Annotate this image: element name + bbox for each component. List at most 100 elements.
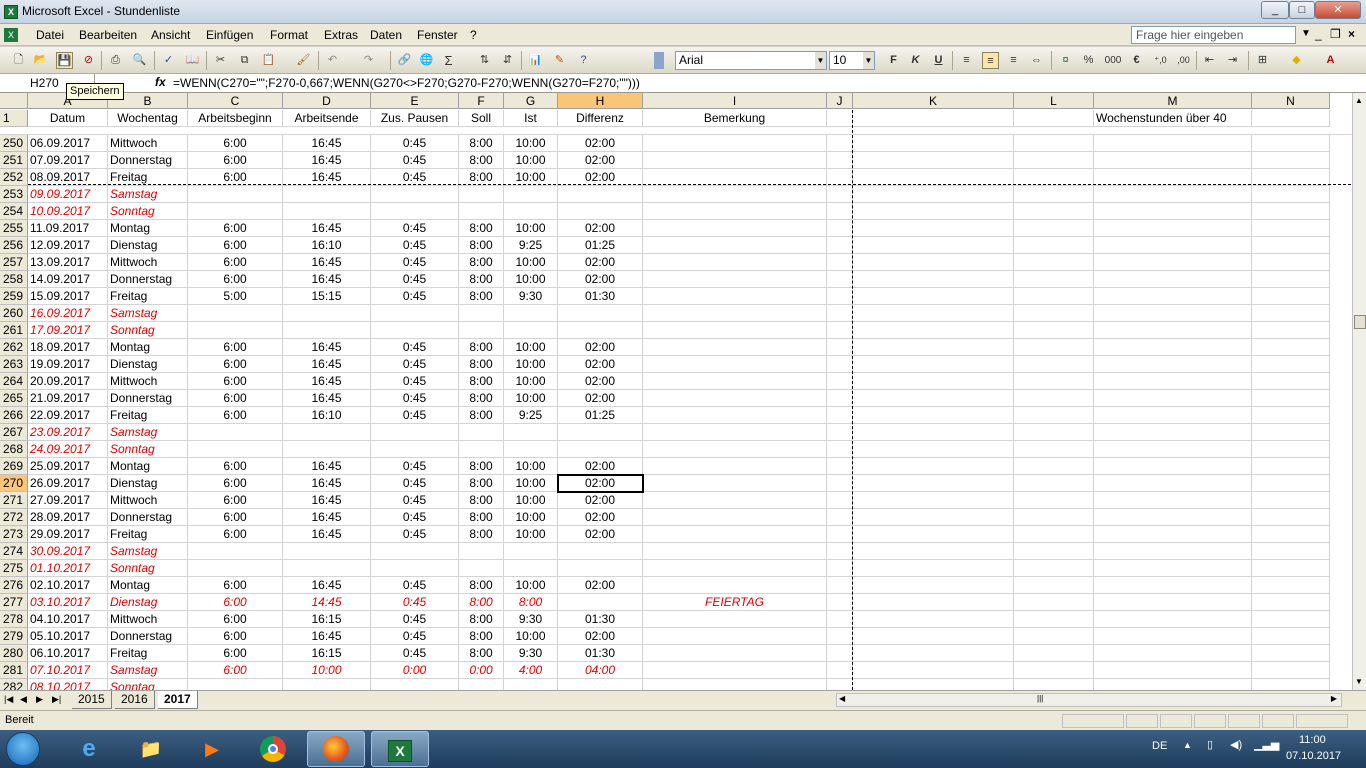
table-cell[interactable]: 16:45 xyxy=(283,271,371,288)
table-cell[interactable]: 21.09.2017 xyxy=(28,390,108,407)
table-cell[interactable] xyxy=(558,594,643,611)
table-cell[interactable]: Dienstag xyxy=(108,475,188,492)
table-cell[interactable] xyxy=(853,203,1014,220)
table-cell[interactable] xyxy=(853,577,1014,594)
table-cell[interactable] xyxy=(459,203,504,220)
table-cell[interactable] xyxy=(504,679,558,690)
table-cell[interactable]: 6:00 xyxy=(188,577,283,594)
table-cell[interactable] xyxy=(1094,271,1252,288)
table-cell[interactable] xyxy=(558,543,643,560)
table-cell[interactable]: 18.09.2017 xyxy=(28,339,108,356)
table-cell[interactable] xyxy=(643,186,827,203)
column-header-n[interactable]: N xyxy=(1252,93,1330,109)
table-cell[interactable] xyxy=(283,424,371,441)
table-cell[interactable] xyxy=(1094,305,1252,322)
table-cell[interactable]: 16:10 xyxy=(283,237,371,254)
table-cell[interactable] xyxy=(853,492,1014,509)
save-icon[interactable]: 💾 xyxy=(56,52,73,69)
table-cell[interactable]: 0:45 xyxy=(371,152,459,169)
table-cell[interactable]: 0:45 xyxy=(371,492,459,509)
drawing-icon[interactable]: ✎ xyxy=(551,52,568,69)
formula-input[interactable]: =WENN(C270="";F270-0,667;WENN(G270<>F270… xyxy=(173,76,640,90)
table-cell[interactable]: 8:00 xyxy=(459,135,504,152)
align-center-icon[interactable]: ≡ xyxy=(982,52,999,69)
table-cell[interactable]: 6:00 xyxy=(188,220,283,237)
table-cell[interactable] xyxy=(1094,322,1252,339)
table-cell[interactable]: 6:00 xyxy=(188,475,283,492)
table-cell[interactable]: 0:45 xyxy=(371,271,459,288)
table-cell[interactable] xyxy=(1094,594,1252,611)
table-cell[interactable] xyxy=(1252,254,1330,271)
battery-icon[interactable]: ▯ xyxy=(1207,738,1213,751)
table-cell[interactable]: 0:45 xyxy=(371,577,459,594)
table-cell[interactable]: Sonntag xyxy=(108,679,188,690)
table-cell[interactable] xyxy=(1094,220,1252,237)
table-cell[interactable]: 8:00 xyxy=(459,458,504,475)
table-cell[interactable] xyxy=(283,322,371,339)
redo-icon[interactable]: ↷ xyxy=(360,52,377,69)
fill-color-icon[interactable]: ◆ xyxy=(1288,52,1305,69)
table-cell[interactable]: 02:00 xyxy=(558,356,643,373)
table-cell[interactable] xyxy=(1014,407,1094,424)
row-header[interactable]: 275 xyxy=(0,560,28,577)
table-cell[interactable]: 02:00 xyxy=(558,509,643,526)
table-cell[interactable]: 16:15 xyxy=(283,645,371,662)
table-cell[interactable] xyxy=(643,628,827,645)
table-cell[interactable] xyxy=(1094,645,1252,662)
file-explorer-icon[interactable]: 📁 xyxy=(122,731,180,767)
table-cell[interactable]: 01.10.2017 xyxy=(28,560,108,577)
maximize-button[interactable]: □ xyxy=(1289,1,1315,19)
header-cell[interactable] xyxy=(1014,110,1094,127)
row-header[interactable]: 282 xyxy=(0,679,28,690)
table-cell[interactable] xyxy=(459,424,504,441)
table-cell[interactable]: 6:00 xyxy=(188,271,283,288)
table-cell[interactable] xyxy=(1014,339,1094,356)
column-header-i[interactable]: I xyxy=(643,93,827,109)
table-cell[interactable]: 6:00 xyxy=(188,135,283,152)
table-cell[interactable]: 8:00 xyxy=(459,152,504,169)
workbook-minimize-button[interactable]: _ xyxy=(1315,27,1322,41)
menu-daten[interactable]: Daten xyxy=(370,28,402,42)
column-header-e[interactable]: E xyxy=(371,93,459,109)
scroll-thumb[interactable] xyxy=(1354,315,1366,329)
table-cell[interactable] xyxy=(188,560,283,577)
table-cell[interactable] xyxy=(827,611,853,628)
table-cell[interactable] xyxy=(643,458,827,475)
workbook-restore-button[interactable]: ❐ xyxy=(1330,27,1341,41)
table-cell[interactable] xyxy=(853,305,1014,322)
table-cell[interactable] xyxy=(504,560,558,577)
table-cell[interactable] xyxy=(371,560,459,577)
table-cell[interactable] xyxy=(853,645,1014,662)
column-header-k[interactable]: K xyxy=(853,93,1014,109)
table-cell[interactable]: 9:25 xyxy=(504,407,558,424)
table-cell[interactable]: 02:00 xyxy=(558,220,643,237)
table-cell[interactable]: 0:45 xyxy=(371,628,459,645)
row-header[interactable]: 276 xyxy=(0,577,28,594)
table-cell[interactable]: 13.09.2017 xyxy=(28,254,108,271)
table-cell[interactable]: Samstag xyxy=(108,186,188,203)
table-cell[interactable] xyxy=(1252,475,1330,492)
table-cell[interactable] xyxy=(853,220,1014,237)
table-cell[interactable]: Sonntag xyxy=(108,203,188,220)
table-cell[interactable] xyxy=(283,203,371,220)
table-cell[interactable] xyxy=(853,424,1014,441)
table-cell[interactable] xyxy=(371,679,459,690)
table-cell[interactable]: Freitag xyxy=(108,526,188,543)
table-cell[interactable]: 07.10.2017 xyxy=(28,662,108,679)
table-cell[interactable]: 02:00 xyxy=(558,254,643,271)
table-cell[interactable]: 23.09.2017 xyxy=(28,424,108,441)
row-header[interactable]: 263 xyxy=(0,356,28,373)
tray-expand-icon[interactable]: ▲ xyxy=(1183,740,1192,750)
table-cell[interactable]: Samstag xyxy=(108,662,188,679)
table-cell[interactable] xyxy=(827,594,853,611)
scroll-right-icon[interactable]: ▶ xyxy=(1331,694,1337,703)
row-header[interactable]: 264 xyxy=(0,373,28,390)
table-cell[interactable] xyxy=(459,186,504,203)
table-cell[interactable] xyxy=(558,186,643,203)
table-cell[interactable]: 8:00 xyxy=(459,526,504,543)
table-cell[interactable] xyxy=(1094,509,1252,526)
decrease-decimal-icon[interactable]: ,00 xyxy=(1175,52,1192,69)
table-cell[interactable] xyxy=(643,356,827,373)
table-cell[interactable] xyxy=(643,424,827,441)
table-cell[interactable] xyxy=(853,543,1014,560)
